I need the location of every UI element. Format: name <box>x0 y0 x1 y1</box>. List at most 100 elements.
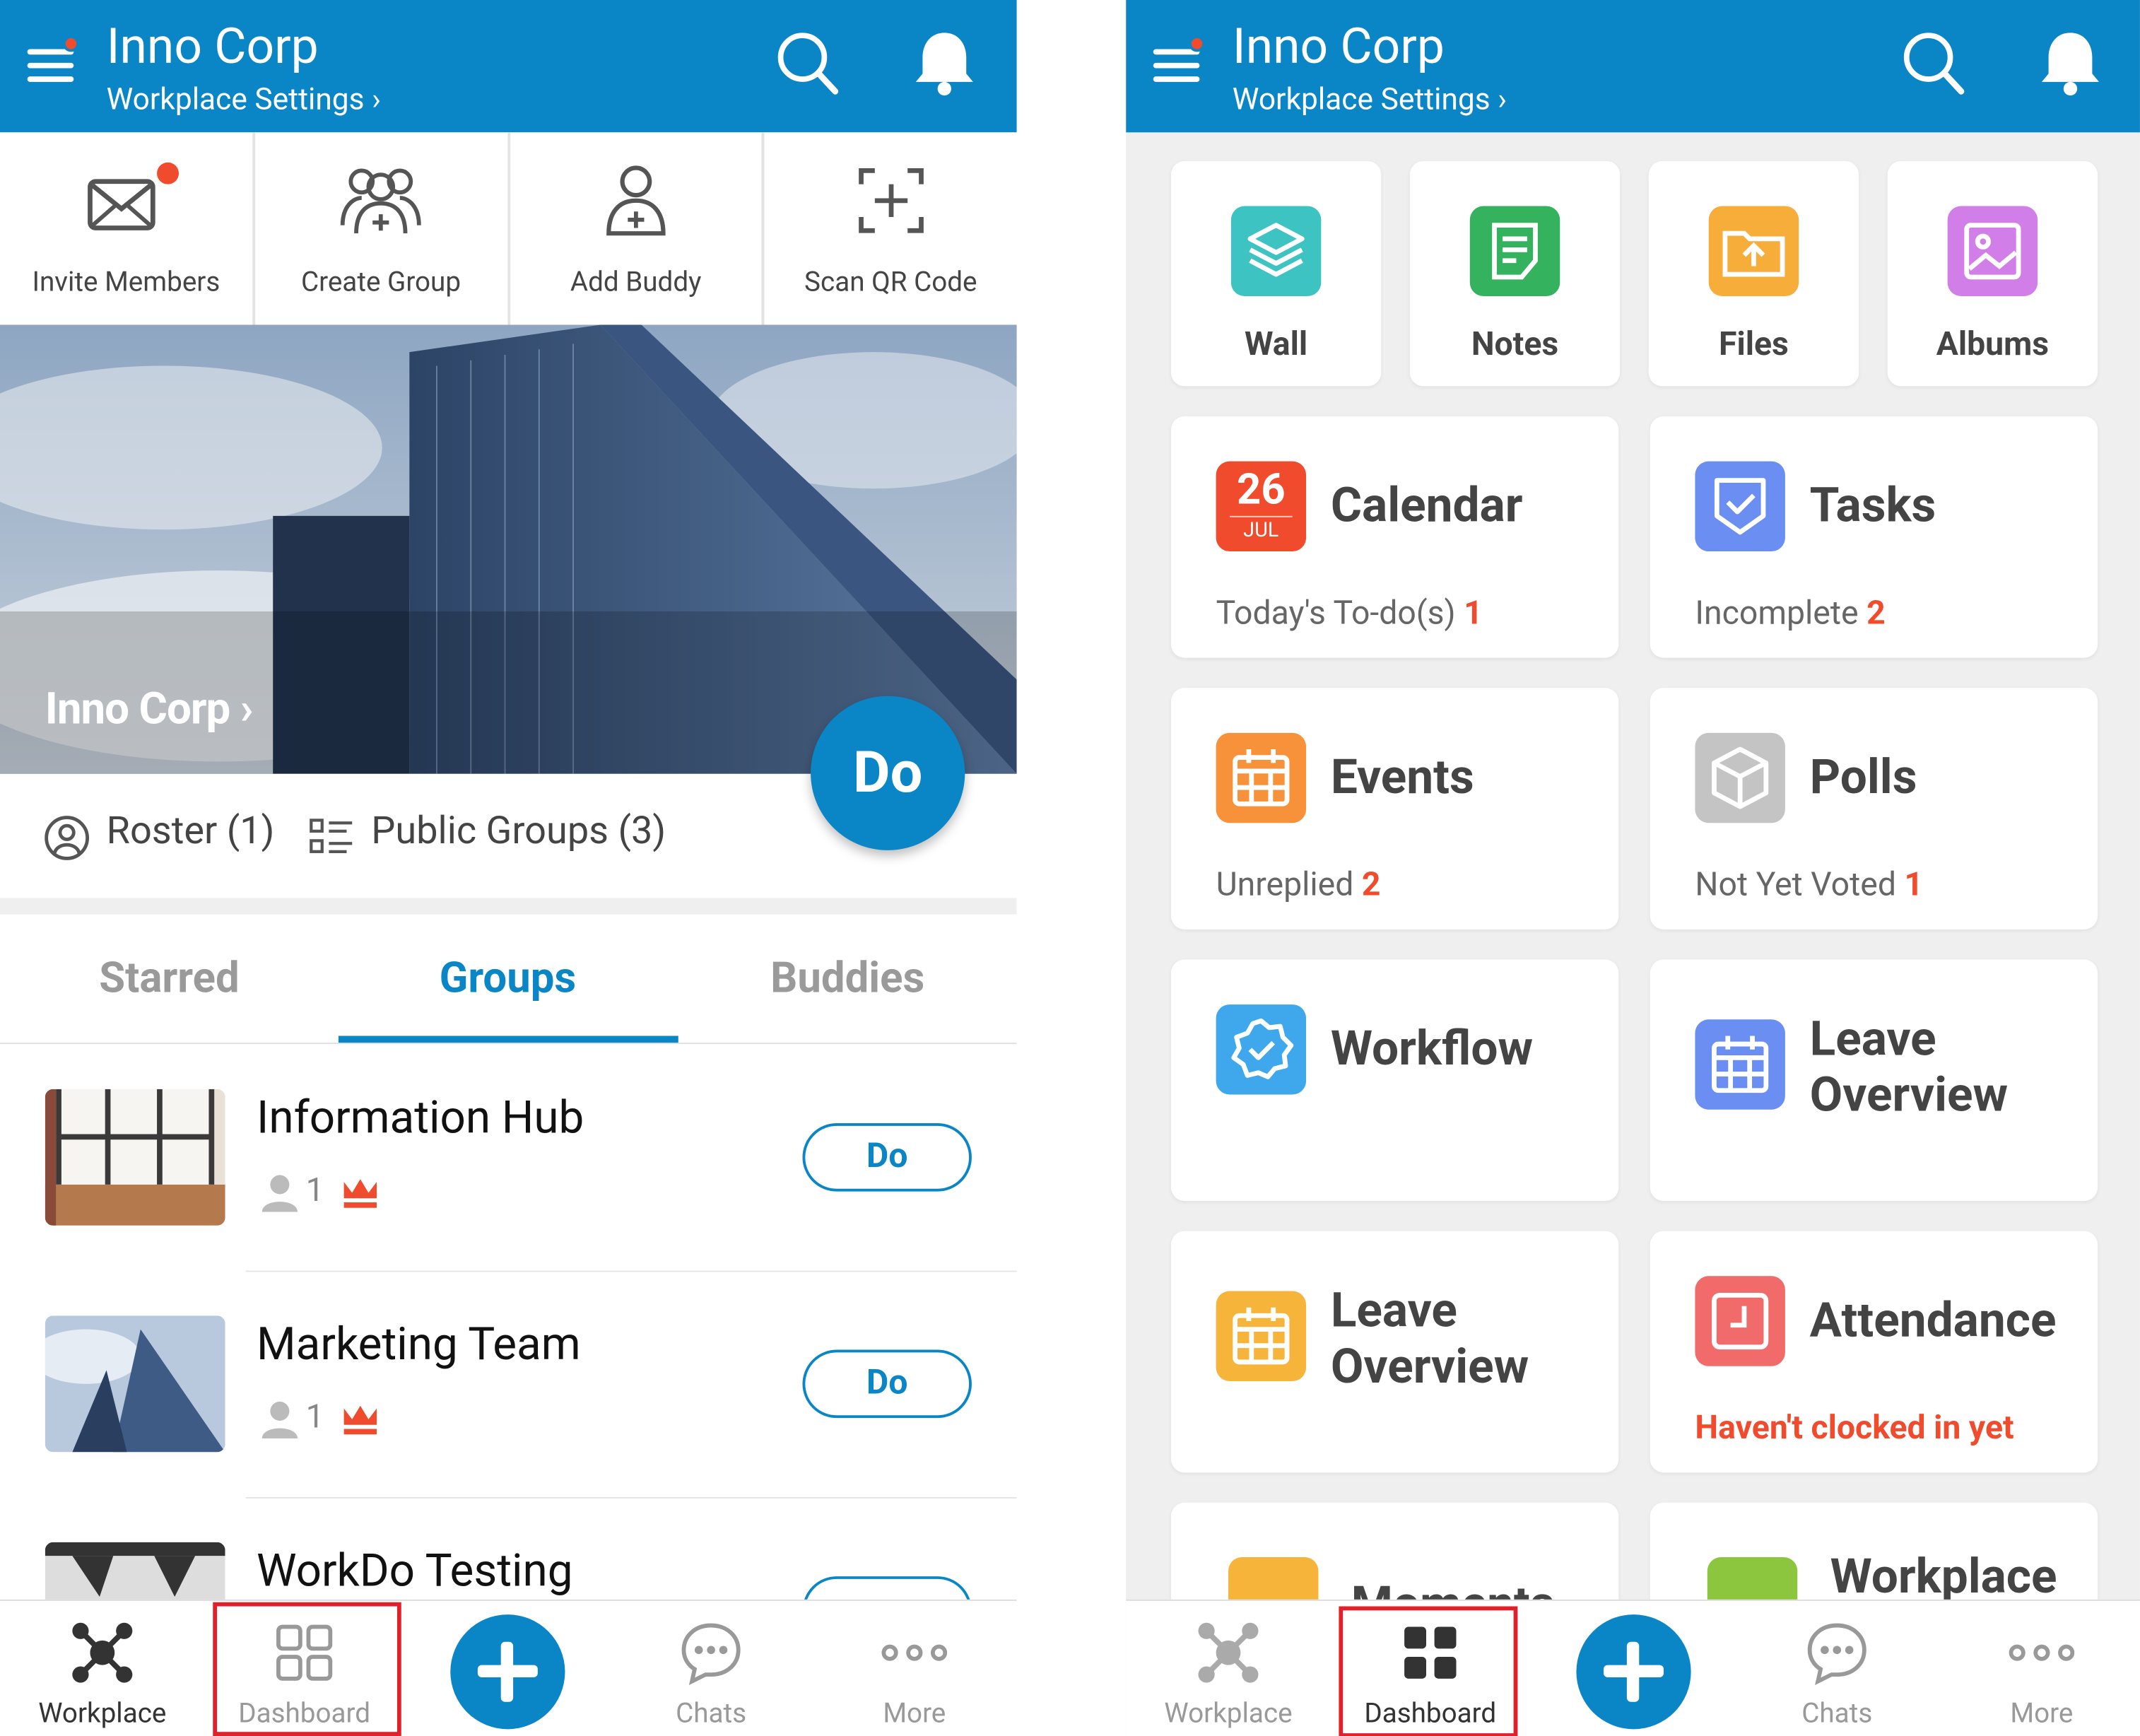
nav-workplace[interactable]: Workplace <box>13 1601 191 1736</box>
tasks-card[interactable]: Tasks Incomplete 2 <box>1650 416 2098 658</box>
tasks-title: Tasks <box>1809 477 1936 534</box>
workflow-card[interactable]: Workflow <box>1170 959 1619 1202</box>
calendar-info: Today's To-do(s) 1 <box>1216 593 1483 632</box>
member-count: 1 <box>305 1171 324 1209</box>
workplace-network-icon <box>72 1622 133 1683</box>
highlight-box <box>1339 1606 1518 1736</box>
search-icon[interactable] <box>1898 28 1967 98</box>
workplace-title[interactable]: Inno Corp <box>1233 16 1445 76</box>
polls-card[interactable]: Polls Not Yet Voted 1 <box>1650 688 2098 929</box>
todo-count: 1 <box>1464 593 1483 632</box>
nav-more-label: More <box>883 1696 946 1730</box>
app-notes[interactable]: Notes <box>1409 160 1621 387</box>
crown-icon <box>343 1405 377 1435</box>
workflow-title: Workflow <box>1330 1021 1534 1077</box>
invite-members-button[interactable]: Invite Members <box>0 132 255 325</box>
leave-overview-card[interactable]: Leave Overview <box>1170 1231 1619 1473</box>
workplace-title[interactable]: Inno Corp <box>107 16 319 76</box>
crown-icon <box>343 1179 377 1208</box>
add-button[interactable] <box>1576 1614 1691 1730</box>
tab-starred[interactable]: Starred <box>0 953 339 1003</box>
tasks-shield-icon <box>1695 461 1785 552</box>
nav-more[interactable]: More <box>1953 1601 2130 1736</box>
attendance-status: Haven't clocked in yet <box>1695 1408 2014 1447</box>
scan-qr-button[interactable]: Scan QR Code <box>765 132 1017 324</box>
attendance-clock-icon <box>1695 1276 1785 1366</box>
dashboard-screen: Inno Corp Workplace Settings › Wall Note… <box>1126 0 2140 1736</box>
workplace-screen: Inno Corp Workplace Settings › Invite Me… <box>0 0 1017 1736</box>
public-groups-icon <box>310 819 353 853</box>
app-albums[interactable]: Albums <box>1887 160 2098 387</box>
member-icon <box>261 1175 298 1212</box>
events-title: Events <box>1330 749 1474 806</box>
events-info: Unreplied 2 <box>1216 865 1381 904</box>
calendar-card[interactable]: 26 JUL Calendar Today's To-do(s) 1 <box>1170 416 1619 658</box>
search-icon[interactable] <box>772 28 841 98</box>
bottom-nav: Workplace Dashboard Chats More <box>1126 1599 2140 1736</box>
menu-button[interactable] <box>1153 35 1206 86</box>
files-folder-icon <box>1708 206 1799 296</box>
tasks-info: Incomplete 2 <box>1695 593 1886 632</box>
chevron-right-icon: › <box>240 682 254 734</box>
add-buddy-icon <box>606 165 666 236</box>
create-group-button[interactable]: Create Group <box>255 132 510 325</box>
chevron-right-icon: › <box>1498 83 1507 118</box>
tab-groups[interactable]: Groups <box>339 953 677 1003</box>
leave-calendar-icon <box>1216 1291 1307 1381</box>
do-button[interactable]: Do <box>802 1349 972 1419</box>
group-thumbnail <box>45 1089 225 1226</box>
roster-link[interactable]: Roster (1) <box>107 808 275 853</box>
nav-workplace[interactable]: Workplace <box>1139 1601 1317 1736</box>
add-button[interactable] <box>450 1614 565 1730</box>
workplace-stats: Roster (1) Public Groups (3) <box>0 792 1017 887</box>
calendar-month: JUL <box>1243 517 1279 542</box>
bell-icon[interactable] <box>910 28 979 98</box>
polls-cube-icon <box>1695 732 1785 823</box>
chat-bubble-icon <box>1807 1623 1866 1686</box>
app-files-label: Files <box>1719 324 1789 363</box>
nav-more[interactable]: More <box>825 1601 1003 1736</box>
workplace-title: Workplace <box>1830 1549 2057 1605</box>
app-wall[interactable]: Wall <box>1170 160 1382 387</box>
list-item[interactable]: Marketing Team 1 Do <box>0 1272 1017 1499</box>
bell-icon[interactable] <box>2036 28 2105 98</box>
leave-overview-card[interactable]: Leave Overview <box>1650 959 2098 1202</box>
quick-actions: Invite Members Create Group Add Buddy Sc… <box>0 132 1017 325</box>
workplace-name-link[interactable]: Inno Corp › <box>45 682 254 734</box>
app-header: Inno Corp Workplace Settings › <box>0 0 1017 133</box>
add-buddy-label: Add Buddy <box>570 264 702 298</box>
member-count: 1 <box>305 1397 324 1436</box>
calendar-title: Calendar <box>1330 477 1523 534</box>
leave-overview-title: Leave Overview <box>1330 1282 1529 1395</box>
nav-chats[interactable]: Chats <box>623 1601 800 1736</box>
do-button[interactable]: Do <box>802 1123 972 1192</box>
list-item[interactable]: Information Hub 1 Do <box>0 1045 1017 1272</box>
app-files[interactable]: Files <box>1648 160 1859 387</box>
calendar-date-icon: 26 JUL <box>1216 461 1307 552</box>
nav-chats[interactable]: Chats <box>1748 1601 1926 1736</box>
chat-bubble-icon <box>681 1623 741 1686</box>
nav-chats-label: Chats <box>676 1696 747 1730</box>
create-group-label: Create Group <box>300 264 461 298</box>
albums-image-icon <box>1947 206 2038 296</box>
add-buddy-button[interactable]: Add Buddy <box>510 132 765 325</box>
wall-layers-icon <box>1230 206 1322 296</box>
attendance-card[interactable]: Attendance Haven't clocked in yet <box>1650 1231 2098 1473</box>
scan-qr-icon <box>858 168 924 233</box>
leave-calendar-icon <box>1695 1019 1785 1110</box>
events-card[interactable]: Events Unreplied 2 <box>1170 688 1619 929</box>
member-icon <box>261 1401 298 1439</box>
workflow-badge-icon <box>1216 1004 1307 1095</box>
public-groups-link[interactable]: Public Groups (3) <box>371 808 666 853</box>
tab-buddies[interactable]: Buddies <box>678 953 1017 1003</box>
not-voted-count: 1 <box>1904 865 1924 904</box>
polls-title: Polls <box>1809 749 1917 806</box>
bottom-nav: Workplace Dashboard Chats More <box>0 1599 1017 1736</box>
app-notes-label: Notes <box>1471 324 1559 363</box>
chevron-right-icon: › <box>372 83 381 118</box>
leave-overview-title: Leave Overview <box>1809 1011 2009 1124</box>
menu-button[interactable] <box>27 35 80 86</box>
workplace-settings-link[interactable]: Workplace Settings › <box>1233 82 1507 120</box>
section-divider <box>0 898 1017 915</box>
workplace-settings-link[interactable]: Workplace Settings › <box>107 82 381 120</box>
